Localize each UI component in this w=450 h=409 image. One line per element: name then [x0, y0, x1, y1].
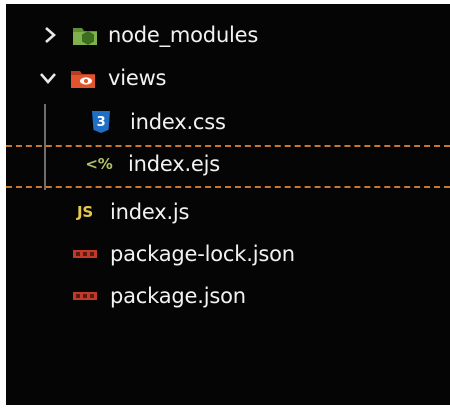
tree-item-label: index.css	[130, 110, 226, 134]
tree-item-node-modules[interactable]: node_modules	[6, 17, 450, 53]
tree-item-package-json[interactable]: package.json	[6, 278, 450, 314]
npm-json-icon	[70, 240, 100, 268]
tree-item-package-lock-json[interactable]: package-lock.json	[6, 236, 450, 272]
js-file-icon: JS	[77, 203, 93, 221]
file-explorer: node_modules views 3 index.css <% index.…	[6, 4, 450, 405]
css-shield-glyph: 3	[92, 111, 110, 133]
node-folder-icon	[70, 21, 100, 49]
css-file-icon: 3	[86, 108, 116, 136]
chevron-right-icon[interactable]	[38, 23, 62, 47]
tree-item-label: views	[108, 66, 167, 90]
tree-item-index-js[interactable]: JS index.js	[6, 194, 450, 230]
views-folder-icon	[68, 64, 98, 92]
tree-item-index-ejs[interactable]: <% index.ejs	[6, 146, 450, 182]
tree-item-label: package.json	[110, 284, 246, 308]
npm-json-icon	[70, 282, 100, 310]
ejs-file-icon: <%	[85, 155, 113, 173]
tree-item-views[interactable]: views	[6, 60, 450, 96]
tree-item-index-css[interactable]: 3 index.css	[6, 104, 450, 140]
selection-bottom-border	[6, 186, 450, 188]
tree-item-label: index.ejs	[128, 152, 221, 176]
chevron-down-icon[interactable]	[36, 66, 60, 90]
tree-item-label: index.js	[110, 200, 190, 224]
tree-item-label: package-lock.json	[110, 242, 295, 266]
tree-item-label: node_modules	[108, 23, 259, 47]
